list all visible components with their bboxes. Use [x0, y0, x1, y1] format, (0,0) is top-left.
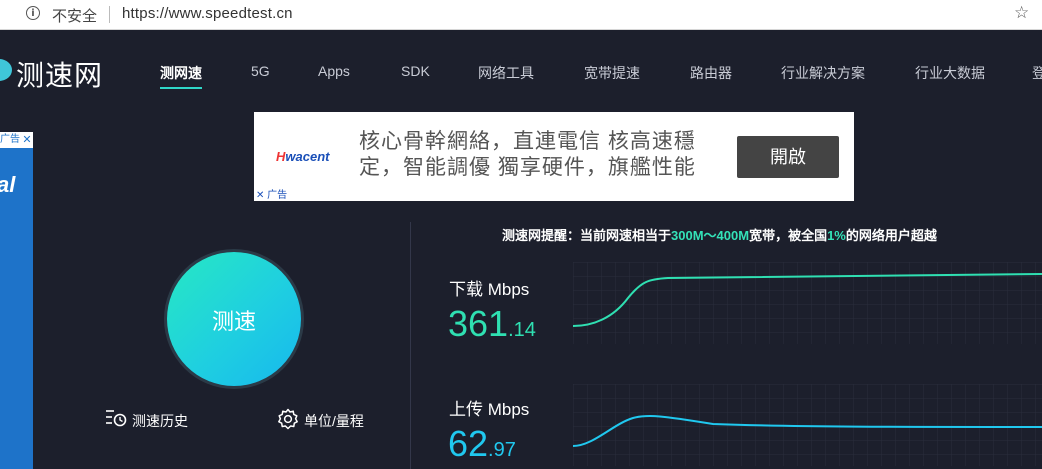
download-label: 下载 Mbps	[449, 280, 530, 299]
history-icon	[106, 410, 127, 427]
nav-item-apps[interactable]: Apps	[318, 63, 350, 79]
notice-prefix: 测速网提醒：当前网速相当于	[502, 228, 672, 243]
nav-item-solutions[interactable]: 行业解决方案	[781, 63, 865, 83]
start-test-label: 测速	[211, 309, 256, 334]
side-ad[interactable]: 广告 ✕ al	[0, 132, 33, 469]
gear-icon	[278, 408, 298, 430]
info-icon[interactable]: i	[26, 6, 40, 20]
upload-frac: .97	[488, 439, 516, 461]
nav-item-login[interactable]: 登	[1032, 63, 1042, 83]
nav-item-5g[interactable]: 5G	[251, 63, 270, 79]
nav-item-broadband[interactable]: 宽带提速	[584, 63, 640, 83]
browser-address-bar: i 不安全 https://www.speedtest.cn ☆	[0, 0, 1042, 30]
nav-item-router[interactable]: 路由器	[690, 63, 732, 83]
history-label: 测速历史	[132, 413, 188, 429]
download-value: 361.14	[448, 303, 536, 345]
panel-divider	[410, 222, 411, 469]
start-test-button[interactable]: 测速	[167, 252, 301, 386]
notice-percent: 1%	[827, 228, 846, 243]
security-label[interactable]: 不安全	[52, 5, 97, 26]
upload-int: 62	[448, 423, 489, 464]
download-graph	[573, 262, 1042, 344]
banner-ad[interactable]: Hwacent 核心骨幹網絡，直連電信 核高速穩定，智能調優 獨享硬件，旗艦性能…	[254, 112, 854, 201]
nav-item-big-data[interactable]: 行业大数据	[915, 63, 985, 83]
site-header: 测速网 测网速 5G Apps SDK 网络工具 宽带提速 路由器 行业解决方案…	[0, 30, 1042, 110]
banner-brand-rest: wacent	[285, 149, 330, 164]
download-frac: .14	[508, 319, 536, 341]
download-int: 361	[448, 303, 509, 344]
notice-suffix: 的网络用户超越	[845, 228, 937, 243]
logo-text: 测速网	[16, 60, 104, 91]
upload-value: 62.97	[448, 423, 516, 465]
banner-brand-prefix: H	[276, 149, 286, 164]
upload-graph	[573, 384, 1042, 466]
banner-open-button[interactable]: 開啟	[737, 136, 839, 178]
banner-ad-brand: Hwacent	[276, 149, 329, 164]
notice-range: 300M～400M	[671, 228, 750, 243]
units-label: 单位/量程	[304, 413, 364, 429]
close-icon[interactable]: ✕	[21, 132, 33, 148]
upload-label: 上传 Mbps	[449, 400, 530, 419]
notice-middle: 宽带，被全国	[749, 228, 828, 243]
speed-notice: 测速网提醒：当前网速相当于300M～400M宽带，被全国1%的网络用户超越	[502, 225, 937, 244]
bookmark-star-icon[interactable]: ☆	[1014, 3, 1029, 23]
side-ad-text: al	[0, 172, 16, 197]
address-separator	[109, 6, 110, 23]
nav-item-speedtest[interactable]: 测网速	[160, 63, 202, 89]
url-input[interactable]: https://www.speedtest.cn	[122, 5, 293, 22]
banner-ad-tag[interactable]: ✕ 广告	[256, 186, 287, 201]
banner-ad-text: 核心骨幹網絡，直連電信 核高速穩定，智能調優 獨享硬件，旗艦性能	[359, 130, 696, 179]
nav-item-sdk[interactable]: SDK	[401, 63, 430, 79]
nav-item-network-tools[interactable]: 网络工具	[478, 63, 534, 83]
logo-mark-icon	[0, 59, 12, 81]
